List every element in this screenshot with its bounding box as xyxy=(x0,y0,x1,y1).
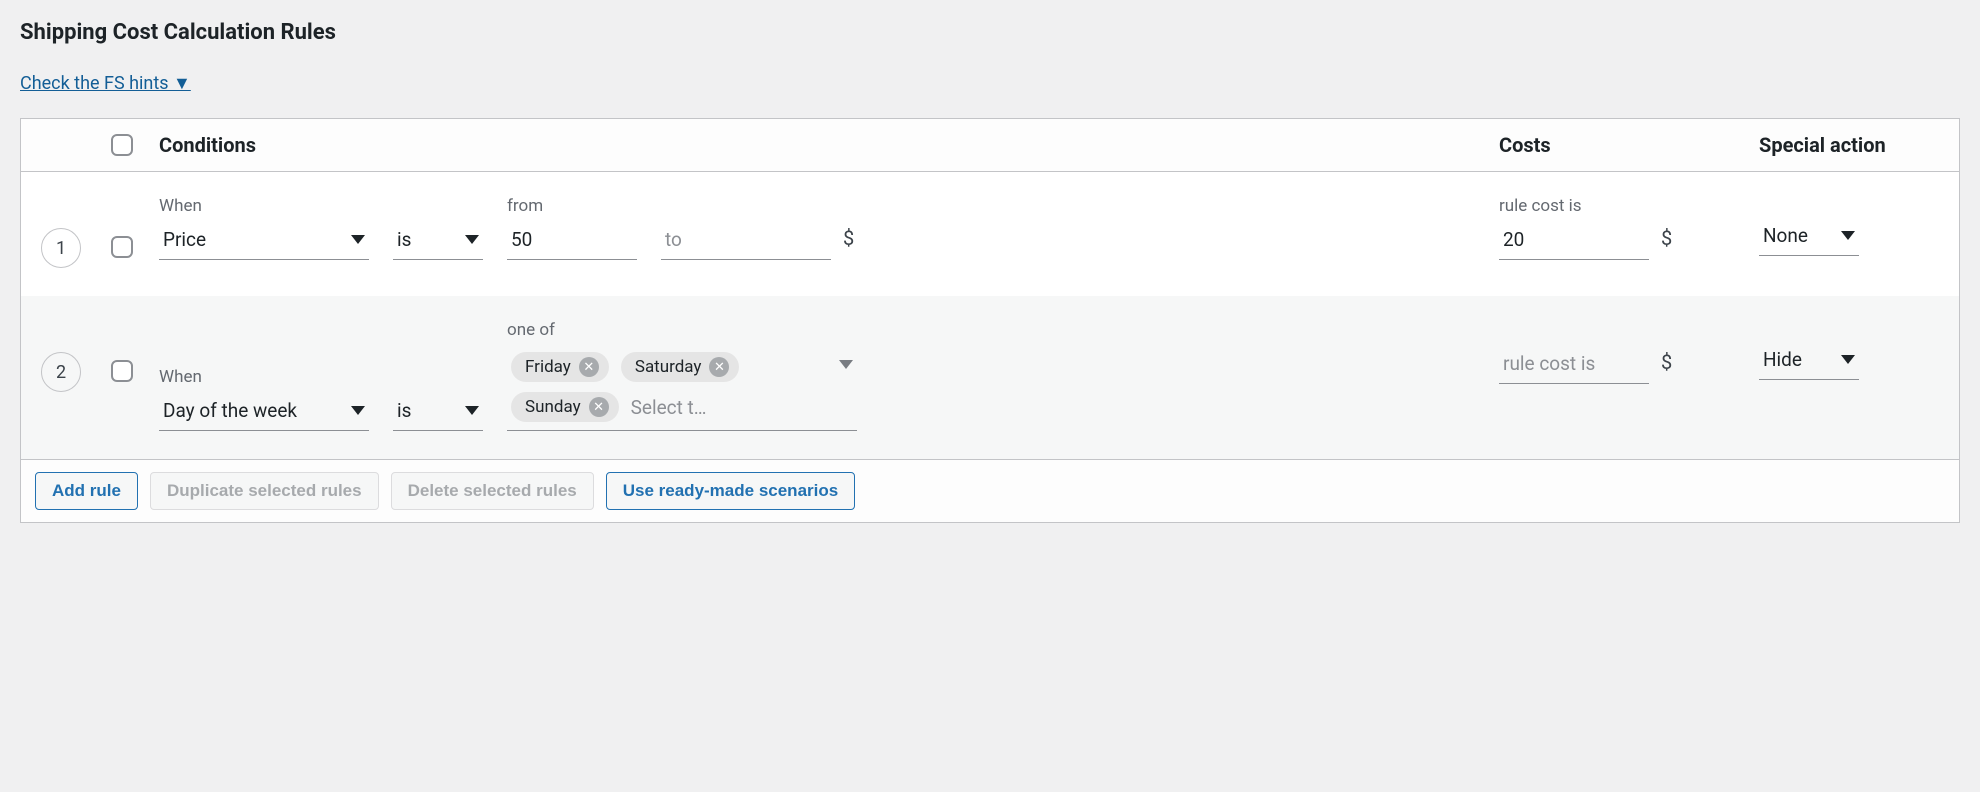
select-all-checkbox[interactable] xyxy=(111,134,133,156)
cost-value: 20 xyxy=(1503,228,1524,251)
remove-tag-icon[interactable]: ✕ xyxy=(709,357,729,377)
rules-table-header: Conditions Costs Special action xyxy=(21,119,1959,172)
chevron-down-icon xyxy=(351,406,365,415)
rule-select-checkbox[interactable] xyxy=(111,236,133,258)
tag-label: Friday xyxy=(525,357,571,377)
from-input[interactable]: 50 xyxy=(507,222,637,260)
tag-label: Saturday xyxy=(635,357,702,377)
when-select[interactable]: Day of the week xyxy=(159,393,369,431)
chevron-down-icon xyxy=(839,360,853,369)
when-value: Day of the week xyxy=(163,399,297,422)
to-input[interactable]: to xyxy=(661,222,831,260)
rule-select-checkbox[interactable] xyxy=(111,360,133,382)
special-action-value: Hide xyxy=(1763,348,1802,371)
tag-label: Sunday xyxy=(525,397,581,417)
rule-cost-label: rule cost is xyxy=(1499,196,1649,216)
use-scenarios-button[interactable]: Use ready-made scenarios xyxy=(606,472,855,510)
cost-input[interactable]: 20 xyxy=(1499,222,1649,260)
rule-row: 1 When Price is xyxy=(21,172,1959,296)
chevron-down-icon xyxy=(1841,355,1855,364)
special-action-select[interactable]: None xyxy=(1759,218,1859,256)
delete-rules-button[interactable]: Delete selected rules xyxy=(391,472,594,510)
one-of-label: one of xyxy=(507,320,857,340)
duplicate-rules-button[interactable]: Duplicate selected rules xyxy=(150,472,379,510)
from-label: from xyxy=(507,196,637,216)
column-header-costs: Costs xyxy=(1499,133,1759,157)
remove-tag-icon[interactable]: ✕ xyxy=(589,397,609,417)
currency-symbol: $ xyxy=(843,226,854,260)
chevron-down-icon xyxy=(1841,231,1855,240)
special-action-select[interactable]: Hide xyxy=(1759,342,1859,380)
operator-select[interactable]: is xyxy=(393,393,483,431)
when-label: When xyxy=(159,367,369,387)
chevron-down-icon xyxy=(351,235,365,244)
rule-index-badge: 2 xyxy=(41,352,81,392)
when-label: When xyxy=(159,196,369,216)
tags-placeholder: Select t… xyxy=(631,396,707,419)
operator-value: is xyxy=(397,399,411,422)
operator-value: is xyxy=(397,228,411,251)
when-value: Price xyxy=(163,228,206,251)
rules-table: Conditions Costs Special action 1 When P… xyxy=(20,118,1960,523)
when-select[interactable]: Price xyxy=(159,222,369,260)
fs-hints-link[interactable]: Check the FS hints ▼ xyxy=(20,73,191,94)
operator-select[interactable]: is xyxy=(393,222,483,260)
rule-row: 2 When Day of the week is xyxy=(21,296,1959,459)
cost-input[interactable]: rule cost is xyxy=(1499,346,1649,384)
currency-symbol: $ xyxy=(1661,226,1672,260)
column-header-conditions: Conditions xyxy=(159,133,1499,157)
tags-multiselect[interactable]: Friday ✕ Saturday ✕ Sunday ✕ Select t… xyxy=(507,346,857,431)
chevron-down-icon xyxy=(465,235,479,244)
tag-chip: Sunday ✕ xyxy=(511,392,619,422)
chevron-down-icon xyxy=(465,406,479,415)
column-header-special-action: Special action xyxy=(1759,133,1939,157)
remove-tag-icon[interactable]: ✕ xyxy=(579,357,599,377)
special-action-value: None xyxy=(1763,224,1808,247)
cost-placeholder: rule cost is xyxy=(1503,352,1595,375)
page-title: Shipping Cost Calculation Rules xyxy=(20,20,1960,45)
from-value: 50 xyxy=(511,228,532,251)
tag-chip: Saturday ✕ xyxy=(621,352,740,382)
rule-index-badge: 1 xyxy=(41,228,81,268)
add-rule-button[interactable]: Add rule xyxy=(35,472,138,510)
currency-symbol: $ xyxy=(1661,350,1672,384)
rules-footer: Add rule Duplicate selected rules Delete… xyxy=(21,459,1959,522)
to-placeholder: to xyxy=(665,228,682,251)
tag-chip: Friday ✕ xyxy=(511,352,609,382)
